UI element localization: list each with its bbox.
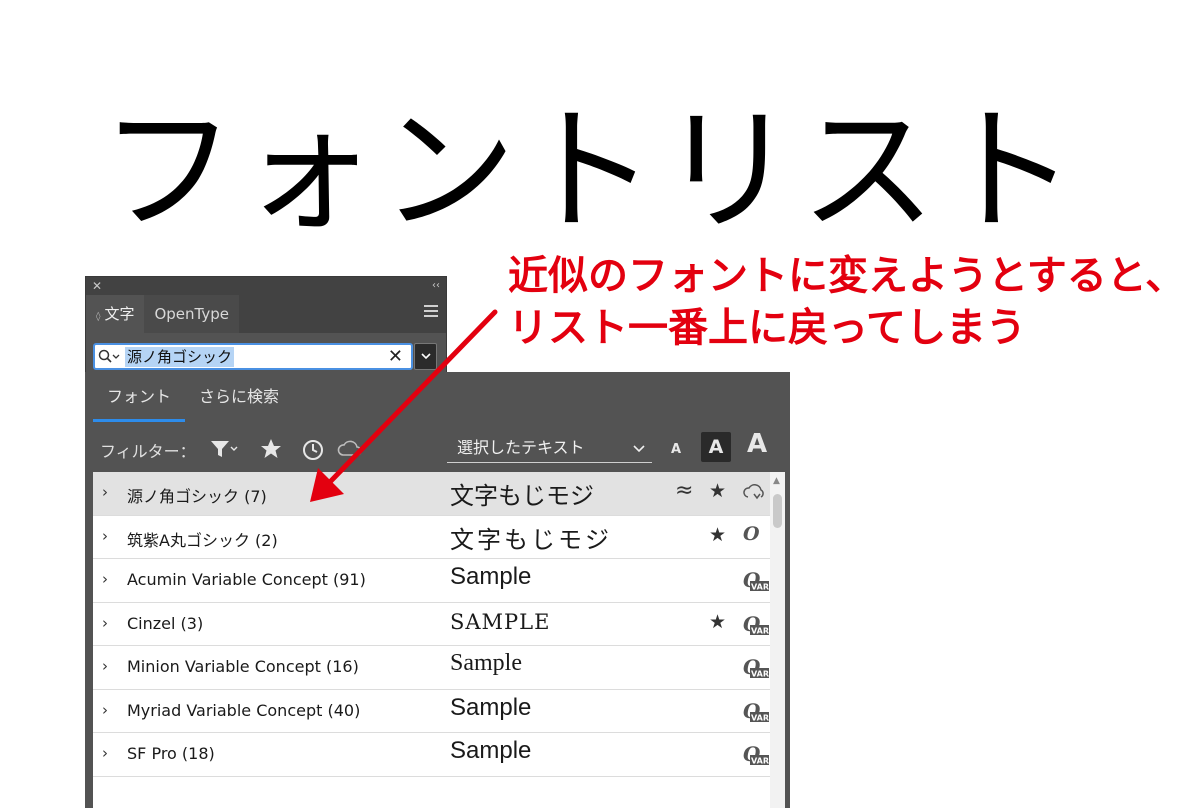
red-arrow-icon (310, 309, 498, 502)
